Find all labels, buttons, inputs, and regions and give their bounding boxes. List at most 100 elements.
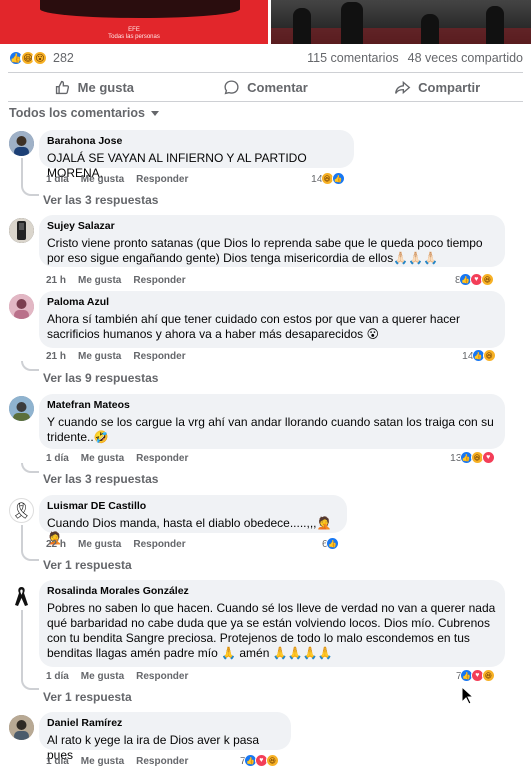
comment-text: Cristo viene pronto satanas (que Dios lo… [47, 236, 483, 265]
comment-reply-link[interactable]: Responder [133, 539, 185, 550]
comment-filter-label: Todos los comentarios [9, 106, 145, 120]
mourning-ribbon-icon: 🎗 [11, 502, 32, 520]
comment-like-link[interactable]: Me gusta [78, 539, 121, 550]
haha-reaction-icon: 😆 [482, 349, 496, 362]
image-credit-sub: Todas las personas [108, 34, 160, 40]
comment-bubble: Barahona Jose OJALÁ SE VAYAN AL INFIERNO… [39, 130, 354, 180]
comment-time[interactable]: 21 h [46, 351, 66, 362]
comment-time[interactable]: 22 h [46, 539, 66, 550]
share-count[interactable]: 48 veces compartido [408, 51, 523, 65]
comment-author[interactable]: Rosalinda Morales González [47, 585, 496, 598]
comment-bubble: Luismar DE Castillo Cuando Dios manda, h… [39, 495, 347, 545]
post-image-left[interactable]: EFE Todas las personas [0, 0, 268, 44]
comment-bubble: Rosalinda Morales González Pobres no sab… [39, 580, 505, 667]
comment-author[interactable]: Matefran Mateos [47, 399, 496, 412]
comment-reactions[interactable]: 7 👍 ♥ 😆 [456, 669, 495, 682]
image-figure [486, 6, 504, 44]
post-image-right[interactable] [271, 0, 531, 44]
comment-bubble: Sujey Salazar Cristo viene pronto satana… [39, 215, 505, 267]
comment-text: Ahora sí también ahí que tener cuidado c… [47, 312, 460, 341]
comment-count[interactable]: 115 comentarios [307, 51, 399, 65]
comment-reactions[interactable]: 14 👍 😆 [462, 349, 496, 362]
reply-thread-curve [21, 680, 39, 690]
mourning-ribbon-icon [15, 587, 28, 606]
reply-thread-curve [21, 463, 39, 473]
comment-time[interactable]: 1 día [46, 174, 69, 185]
post-image-strip[interactable]: EFE Todas las personas [0, 0, 531, 44]
comment-time[interactable]: 1 día [46, 671, 69, 682]
haha-reaction-icon: 😆 [265, 754, 279, 767]
user-photo-icon [9, 396, 34, 421]
comment-meta: 22 h Me gusta Responder [46, 539, 186, 550]
comment-like-link[interactable]: Me gusta [81, 174, 124, 185]
caret-down-icon [150, 110, 159, 116]
comment-like-link[interactable]: Me gusta [81, 453, 124, 464]
avatar[interactable] [9, 715, 34, 740]
share-button[interactable]: Compartir [351, 79, 523, 96]
image-figure [341, 2, 363, 44]
view-replies-link[interactable]: Ver 1 respuesta [43, 558, 132, 572]
view-replies-link[interactable]: Ver las 9 respuestas [43, 371, 158, 385]
reaction-summary[interactable]: 👍 😆 😮 [8, 50, 48, 66]
avatar[interactable] [9, 218, 34, 243]
avatar[interactable] [9, 396, 34, 421]
comment-reply-link[interactable]: Responder [136, 453, 188, 464]
share-button-label: Compartir [418, 79, 481, 95]
reply-thread-line [21, 610, 23, 680]
avatar[interactable] [9, 131, 34, 156]
comment-meta: 1 día Me gusta Responder [46, 756, 188, 767]
comment-author[interactable]: Daniel Ramírez [47, 717, 282, 730]
haha-reaction-icon: 😆 [481, 669, 495, 682]
comment-author[interactable]: Sujey Salazar [47, 220, 496, 233]
comment-time[interactable]: 1 día [46, 453, 69, 464]
comment-meta: 1 día Me gusta Responder [46, 671, 188, 682]
comment-author[interactable]: Paloma Azul [47, 296, 496, 309]
reply-thread-line [21, 158, 23, 186]
comment-like-link[interactable]: Me gusta [78, 351, 121, 362]
reply-thread-curve [21, 361, 39, 371]
view-replies-link[interactable]: Ver 1 respuesta [43, 690, 132, 704]
like-button-label: Me gusta [77, 79, 134, 95]
image-dark-shape [40, 0, 240, 18]
comment-time[interactable]: 1 día [46, 756, 69, 767]
comment-reply-link[interactable]: Responder [136, 671, 188, 682]
image-credit-title: EFE [128, 27, 140, 33]
comment-reactions[interactable]: 8 👍 ♥ 😆 [455, 273, 494, 286]
comment-like-link[interactable]: Me gusta [78, 275, 121, 286]
comment-button[interactable]: Comentar [180, 79, 352, 96]
comment-filter-dropdown[interactable]: Todos los comentarios [9, 106, 159, 120]
comment-bubble: Daniel Ramírez Al rato k yege la ira de … [39, 712, 291, 762]
comment-reactions[interactable]: 7 👍 ♥ 😆 [240, 754, 279, 767]
comment-like-link[interactable]: Me gusta [81, 756, 124, 767]
comment-reply-link[interactable]: Responder [133, 275, 185, 286]
comment-like-link[interactable]: Me gusta [81, 671, 124, 682]
thumbs-up-icon [55, 80, 69, 94]
view-replies-link[interactable]: Ver las 3 respuestas [43, 193, 158, 207]
comment-bubble: Paloma Azul Ahora sí también ahí que ten… [39, 291, 505, 348]
user-photo-icon [9, 218, 34, 243]
comment-text: Pobres no saben lo que hacen. Cuando sé … [47, 601, 496, 660]
avatar[interactable] [9, 584, 34, 609]
comment-reactions[interactable]: 14 😆 👍 [311, 172, 345, 185]
comment-reply-link[interactable]: Responder [136, 174, 188, 185]
user-photo-icon [9, 294, 34, 319]
comment-text: Y cuando se los cargue la vrg ahí van an… [47, 415, 494, 444]
reply-thread-curve [21, 186, 39, 196]
comment-reply-link[interactable]: Responder [133, 351, 185, 362]
user-photo-icon [9, 715, 34, 740]
comment-reply-link[interactable]: Responder [136, 756, 188, 767]
post-action-bar: Me gusta Comentar Compartir [8, 72, 523, 102]
comment-reactions[interactable]: 13 👍 😆 ♥ [450, 451, 495, 464]
like-button[interactable]: Me gusta [8, 79, 180, 96]
reply-thread-line [21, 525, 23, 551]
reaction-count[interactable]: 282 [53, 51, 74, 65]
comment-meta: 1 día Me gusta Responder [46, 453, 188, 464]
avatar[interactable] [9, 294, 34, 319]
comment-time[interactable]: 21 h [46, 275, 66, 286]
view-replies-link[interactable]: Ver las 3 respuestas [43, 472, 158, 486]
avatar[interactable]: 🎗 [9, 498, 34, 523]
comment-reactions[interactable]: 6 👍 [322, 537, 339, 550]
reply-thread-curve [21, 551, 39, 561]
comment-author[interactable]: Luismar DE Castillo [47, 500, 338, 513]
comment-author[interactable]: Barahona Jose [47, 135, 345, 148]
